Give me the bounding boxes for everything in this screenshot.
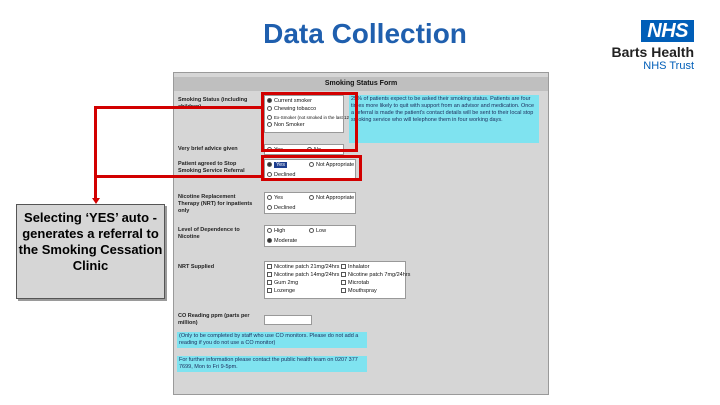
checkbox-icon <box>267 288 272 294</box>
checkbox-icon <box>267 264 272 270</box>
radio-icon <box>309 195 314 201</box>
form-title: Smoking Status Form <box>174 77 548 91</box>
radio-nrt-not-appropriate[interactable]: Not Appropriate <box>309 195 354 202</box>
checkbox-icon <box>341 280 346 286</box>
highlight-smoking-status <box>261 92 358 152</box>
radio-icon <box>267 238 272 244</box>
co-reading-note: (Only to be completed by staff who use C… <box>177 332 367 348</box>
check-inhalator[interactable]: Inhalator <box>341 264 369 271</box>
connector-middle <box>94 175 264 178</box>
check-mouthspray[interactable]: Mouthspray <box>341 288 377 295</box>
radio-dependence-high[interactable]: High <box>267 228 285 235</box>
radio-icon <box>267 228 272 234</box>
callout-box: Selecting ‘YES’ auto -generates a referr… <box>16 204 165 299</box>
org-sub: NHS Trust <box>643 60 694 72</box>
nhs-badge: NHS <box>641 20 694 42</box>
nrt-box: Yes Not Appropriate Declined <box>264 192 356 214</box>
callout-text: Selecting ‘YES’ auto -generates a referr… <box>18 210 163 273</box>
radio-dependence-moderate[interactable]: Moderate <box>267 238 297 245</box>
check-patch-21mg[interactable]: Nicotine patch 21mg/24hrs <box>267 264 339 271</box>
radio-nrt-declined[interactable]: Declined <box>267 205 295 212</box>
dependence-box: High Low Moderate <box>264 225 356 247</box>
checkbox-icon <box>341 264 346 270</box>
nrt-supplied-box: Nicotine patch 21mg/24hrs Nicotine patch… <box>264 261 410 299</box>
check-patch-7mg[interactable]: Nicotine patch 7mg/24hrs <box>341 272 410 279</box>
connector-top <box>94 106 264 109</box>
check-patch-14mg[interactable]: Nicotine patch 14mg/24hrs <box>267 272 339 279</box>
radio-icon <box>267 205 272 211</box>
radio-nrt-yes[interactable]: Yes <box>267 195 283 202</box>
check-gum[interactable]: Gum 2mg <box>267 280 298 287</box>
radio-dependence-low[interactable]: Low <box>309 228 326 235</box>
checkbox-icon <box>267 272 272 278</box>
check-microtab[interactable]: Microtab <box>341 280 369 287</box>
nrt-label: Nicotine Replacement Therapy (NRT) for i… <box>178 194 253 214</box>
org-name: Barts Health <box>611 44 694 60</box>
checkbox-icon <box>341 272 346 278</box>
connector-vertical <box>94 106 97 199</box>
nhs-logo: NHS Barts Health NHS Trust <box>588 20 694 73</box>
check-lozenge[interactable]: Lozenge <box>267 288 295 295</box>
co-reading-label: CO Reading ppm (parts per million) <box>178 313 250 326</box>
smoking-info-note: 25% of patients expect to be asked their… <box>349 95 539 143</box>
radio-icon <box>267 195 272 201</box>
radio-icon <box>309 228 314 234</box>
smoking-status-form: Smoking Status Form Smoking Status (incl… <box>173 72 549 395</box>
referral-label: Patient agreed to Stop Smoking Service R… <box>178 161 245 174</box>
dependence-label: Level of Dependence to Nicotine <box>178 227 240 240</box>
brief-advice-label: Very brief advice given <box>178 146 238 152</box>
highlight-referral <box>261 155 362 181</box>
checkbox-icon <box>267 280 272 286</box>
form-footer-note: For further information please contact t… <box>177 356 367 372</box>
checkbox-icon <box>341 288 346 294</box>
co-reading-input[interactable] <box>264 315 312 325</box>
nrt-supplied-label: NRT Supplied <box>178 264 215 270</box>
